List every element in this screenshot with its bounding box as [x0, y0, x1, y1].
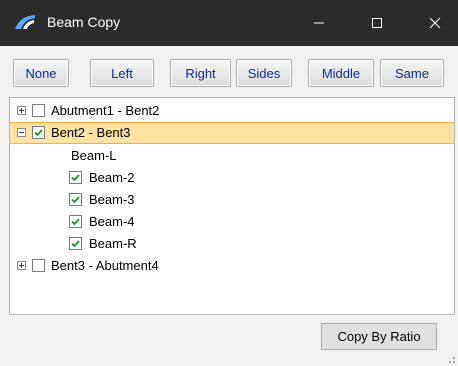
- node-checkbox[interactable]: [32, 259, 45, 272]
- child-label: Beam-3: [89, 192, 135, 207]
- child-checkbox[interactable]: [69, 215, 82, 228]
- minimize-button[interactable]: [296, 0, 342, 46]
- node-label: Bent3 - Abutment4: [51, 258, 159, 273]
- child-label: Beam-4: [89, 214, 135, 229]
- child-label: Beam-L: [71, 148, 117, 163]
- minimize-icon: [314, 22, 324, 24]
- maximize-button[interactable]: [354, 0, 400, 46]
- tree-node-bent3-abutment4[interactable]: Bent3 - Abutment4: [10, 255, 454, 277]
- checkmark-icon: [71, 174, 80, 182]
- maximize-icon: [372, 18, 382, 28]
- close-icon: [429, 17, 441, 29]
- checkmark-icon: [71, 240, 80, 248]
- app-icon: [15, 15, 35, 29]
- right-button[interactable]: Right: [170, 59, 231, 87]
- sides-button[interactable]: Sides: [236, 59, 292, 87]
- tree-child-beam-2[interactable]: Beam-2: [10, 167, 454, 189]
- expand-icon[interactable]: [17, 261, 26, 270]
- left-button[interactable]: Left: [90, 59, 154, 87]
- title-bar[interactable]: Beam Copy: [0, 0, 458, 46]
- node-label: Abutment1 - Bent2: [51, 103, 160, 118]
- resize-grip-icon[interactable]: [446, 354, 456, 364]
- node-checkbox[interactable]: [32, 126, 45, 139]
- node-label: Bent2 - Bent3: [51, 125, 131, 140]
- expand-icon[interactable]: [17, 106, 26, 115]
- copy-by-ratio-button[interactable]: Copy By Ratio: [321, 323, 437, 350]
- same-button[interactable]: Same: [380, 59, 444, 87]
- tree-child-beam-r[interactable]: Beam-R: [10, 233, 454, 255]
- tree-node-abutment1-bent2[interactable]: Abutment1 - Bent2: [10, 100, 454, 122]
- window-title: Beam Copy: [47, 14, 121, 30]
- tree-node-bent2-bent3[interactable]: Bent2 - Bent3: [10, 122, 454, 144]
- tree-child-beam-3[interactable]: Beam-3: [10, 189, 454, 211]
- span-tree: Abutment1 - Bent2 Bent2 - Bent3 Beam-L B…: [9, 97, 455, 315]
- child-checkbox[interactable]: [69, 193, 82, 206]
- checkmark-icon: [34, 129, 43, 137]
- tree-child-beam-4[interactable]: Beam-4: [10, 211, 454, 233]
- child-checkbox[interactable]: [69, 171, 82, 184]
- collapse-icon[interactable]: [17, 128, 26, 137]
- checkmark-icon: [71, 218, 80, 226]
- node-checkbox[interactable]: [32, 104, 45, 117]
- close-button[interactable]: [412, 0, 458, 46]
- beam-copy-window: Beam Copy None Left Right Sides Middle S…: [0, 0, 458, 366]
- selection-toolbar: None Left Right Sides Middle Same: [13, 59, 444, 91]
- none-button[interactable]: None: [13, 59, 69, 87]
- middle-button[interactable]: Middle: [308, 59, 374, 87]
- child-checkbox[interactable]: [69, 237, 82, 250]
- checkmark-icon: [71, 196, 80, 204]
- tree-child-beam-l[interactable]: Beam-L: [10, 145, 454, 167]
- child-label: Beam-R: [89, 236, 137, 251]
- child-label: Beam-2: [89, 170, 135, 185]
